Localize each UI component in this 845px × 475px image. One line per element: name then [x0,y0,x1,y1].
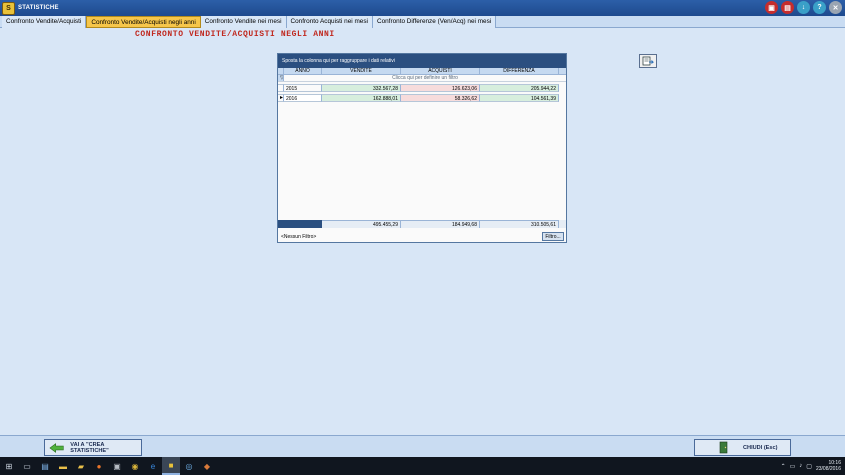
title-bar: S STATISTICHE ▣ ▤ ↓? ✕ [0,0,845,16]
help-icon[interactable]: ? [813,1,826,14]
cell-anno[interactable]: 2016 [284,94,322,102]
bottom-bar: VAI A "CREA STATISTICHE" CHIUDI (Esc) [0,435,845,457]
volume-icon[interactable]: ♪ [799,463,802,469]
column-header-acquisti[interactable]: ACQUISTI [401,68,480,74]
start-icon[interactable]: ⊞ [0,457,18,475]
grid-header: ANNO VENDITE ACQUISTI DIFFERENZA [278,68,566,75]
file-explorer-icon[interactable]: ▬ [54,457,72,475]
clock-date: 23/08/2016 [815,466,841,472]
gift-icon[interactable]: ▣ [765,1,778,14]
arrow-left-icon [49,442,64,453]
cell-differenza[interactable]: 104.561,39 [480,94,559,102]
totals-lead [278,220,322,228]
cell-differenza[interactable]: 205.944,22 [480,84,559,92]
chevron-up-icon[interactable]: ⌃ [781,463,786,470]
tab-4[interactable]: Confronto Differenze (Ven/Acq) nei mesi [372,16,497,28]
filter-hint[interactable]: Clicca qui per definire un filtro [284,75,566,81]
calendar-icon[interactable]: ▤ [781,1,794,14]
filter-row[interactable]: ▽ Clicca qui per definire un filtro [278,75,566,82]
export-icon [642,56,654,66]
cell-anno[interactable]: 2015 [284,84,322,92]
table-row[interactable]: 2015 332.567,28 126.623,06 205.944,22 [278,84,566,92]
filter-status: <Nessun Filtro> [281,233,317,240]
clock[interactable]: 10:16 23/08/2016 [816,460,841,472]
app-logo-icon: S [2,1,15,15]
taskbar: ⊞ ▭ ▤ ▬ ▰ ● ▣ ◉ e ■ ◎ ◆ ⌃ ▭ ♪ ▢ 10:16 23… [0,457,845,475]
firefox-icon[interactable]: ● [90,457,108,475]
tab-2[interactable]: Confronto Vendite nei mesi [200,16,287,28]
close-icon[interactable]: ✕ [829,1,842,14]
back-button-label: VAI A "CREA STATISTICHE" [70,441,109,454]
task-view-icon[interactable]: ▭ [18,457,36,475]
cell-vendite[interactable]: 162.888,01 [322,94,401,102]
close-button-label: CHIUDI (Esc) [743,444,778,451]
cell-acquisti[interactable]: 126.623,06 [401,84,480,92]
edge-icon[interactable]: e [144,457,162,475]
download-icon[interactable]: ↓ [797,1,810,14]
total-differenza: 310.505,61 [480,220,559,228]
tab-bar: Confronto Vendite/Acquisti Confronto Vend… [0,16,845,28]
close-button[interactable]: CHIUDI (Esc) [694,439,791,456]
column-header-differenza[interactable]: DIFFERENZA [480,68,559,74]
tab-0[interactable]: Confronto Vendite/Acquisti [2,16,87,28]
total-acquisti: 184.949,68 [401,220,480,228]
notification-icon[interactable]: ▢ [806,463,812,470]
exit-door-icon [719,441,728,454]
system-tray: ⌃ ▭ ♪ ▢ 10:16 23/08/2016 [781,457,841,475]
column-header-vendite[interactable]: VENDITE [322,68,401,74]
network-icon[interactable]: ▭ [790,463,796,470]
column-header-anno[interactable]: ANNO [284,68,322,74]
title-bar-buttons: ▣ ▤ ↓? ✕ [765,1,842,14]
tab-1[interactable]: Confronto Vendite/Acquisti negli anni [86,16,201,28]
filter-button[interactable]: Filtro... [542,232,564,241]
statistiche-app-icon[interactable]: ■ [162,457,180,475]
folder-icon[interactable]: ▰ [72,457,90,475]
table-row[interactable]: ▸ 2016 162.888,01 58.326,62 104.561,39 [278,94,566,102]
browser-icon[interactable]: ◎ [180,457,198,475]
group-by-panel[interactable]: Sposta la colonna qui per raggruppare i … [278,54,566,68]
data-grid: Sposta la colonna qui per raggruppare i … [277,53,567,243]
app-icon[interactable]: ◆ [198,457,216,475]
cell-acquisti[interactable]: 58.326,62 [401,94,480,102]
media-icon[interactable]: ▣ [108,457,126,475]
totals-row: 495.455,29 184.949,68 310.505,61 [278,220,566,228]
store-icon[interactable]: ▤ [36,457,54,475]
grid-rows: 2015 332.567,28 126.623,06 205.944,22 ▸ 2016 1… [278,84,566,102]
page-title: CONFRONTO VENDITE/ACQUISTI NEGLI ANNI [135,30,335,39]
tab-3[interactable]: Confronto Acquisti nei mesi [286,16,373,28]
chrome-icon[interactable]: ◉ [126,457,144,475]
window-title: STATISTICHE [18,5,59,11]
export-button[interactable] [639,54,657,68]
total-vendite: 495.455,29 [322,220,401,228]
cell-vendite[interactable]: 332.567,28 [322,84,401,92]
back-to-create-button[interactable]: VAI A "CREA STATISTICHE" [44,439,142,456]
grid-footer: <Nessun Filtro> Filtro... [278,231,566,242]
